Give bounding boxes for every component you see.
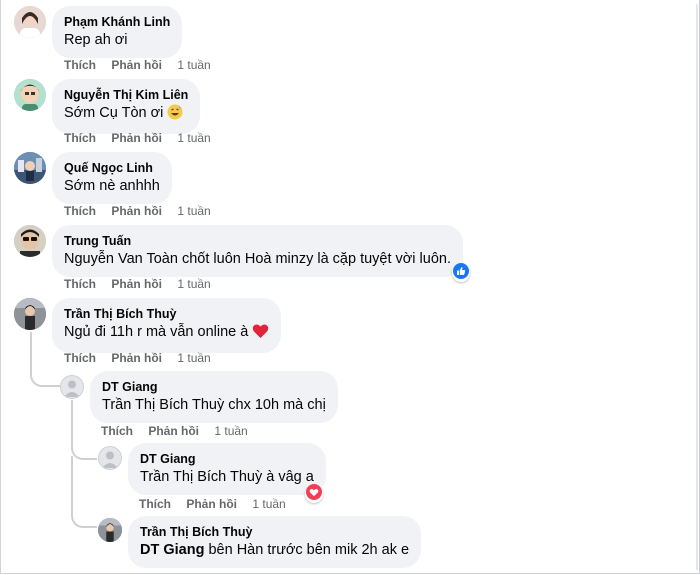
- comment-text: chx 10h mà chị: [224, 397, 326, 413]
- timestamp[interactable]: 1 tuần: [177, 204, 210, 218]
- timestamp[interactable]: 1 tuần: [214, 424, 247, 438]
- comment-author[interactable]: DT Giang: [140, 451, 314, 467]
- reply-bubble: Trần Thị Bích Thuỳ DT Giang bên Hàn trướ…: [128, 516, 422, 568]
- avatar[interactable]: [98, 446, 122, 470]
- comment-actions: Thích Phản hồi 1 tuần: [64, 204, 211, 218]
- comment-bubble: Phạm Khánh Linh Rep ah ơi: [52, 6, 183, 58]
- grinning-sweat-emoji: [167, 104, 183, 126]
- mention-link[interactable]: DT Giang: [140, 542, 204, 558]
- reply-button[interactable]: Phản hồi: [111, 204, 162, 218]
- like-reaction-badge[interactable]: [452, 262, 470, 284]
- comment-author[interactable]: Phạm Khánh Linh: [64, 14, 170, 30]
- comment-text: Sớm Cụ Tòn ơi: [64, 105, 164, 121]
- reply-button[interactable]: Phản hồi: [111, 277, 162, 291]
- love-reaction-badge[interactable]: [305, 483, 323, 505]
- avatar[interactable]: [60, 375, 84, 399]
- timestamp[interactable]: 1 tuần: [177, 277, 210, 291]
- like-button[interactable]: Thích: [139, 497, 171, 511]
- comment-actions: Thích Phản hồi 1 tuần: [101, 424, 248, 438]
- comment-text-row: Ngủ đi 11h r mà vẫn online à: [64, 322, 269, 345]
- timestamp[interactable]: 1 tuần: [177, 58, 210, 72]
- comment-text: bên Hàn trước bên mik 2h ak e: [204, 542, 410, 558]
- comment-actions: Thích Phản hồi 1 tuần: [64, 131, 211, 145]
- default-user-icon: [99, 447, 121, 469]
- comment-text-row: DT Giang bên Hàn trước bên mik 2h ak e: [140, 540, 409, 560]
- comment-author[interactable]: Nguyễn Thị Kim Liên: [64, 87, 188, 103]
- comment-actions: Thích Phản hồi 1 tuần: [64, 277, 211, 291]
- like-button[interactable]: Thích: [64, 131, 96, 145]
- avatar[interactable]: [14, 298, 46, 330]
- timestamp[interactable]: 1 tuần: [252, 497, 285, 511]
- timestamp[interactable]: 1 tuần: [177, 351, 210, 365]
- reply-button[interactable]: Phản hồi: [111, 58, 162, 72]
- timestamp[interactable]: 1 tuần: [177, 131, 210, 145]
- like-button[interactable]: Thích: [64, 58, 96, 72]
- comment-author[interactable]: Quế Ngọc Linh: [64, 160, 160, 176]
- comment-author[interactable]: Trung Tuấn: [64, 233, 451, 249]
- reply-button[interactable]: Phản hồi: [111, 131, 162, 145]
- like-button[interactable]: Thích: [64, 351, 96, 365]
- comment-author[interactable]: Trần Thị Bích Thuỳ: [140, 524, 409, 540]
- thread-connector: [71, 456, 97, 528]
- comment-text: Rep ah ơi: [64, 32, 128, 48]
- avatar[interactable]: [14, 79, 46, 111]
- comment-actions: Thích Phản hồi 1 tuần: [64, 58, 211, 72]
- comment-author[interactable]: DT Giang: [102, 379, 326, 395]
- mention-link[interactable]: Trần Thị Bích Thuỳ: [140, 469, 262, 485]
- like-button[interactable]: Thích: [64, 277, 96, 291]
- scrollbar[interactable]: [696, 4, 698, 570]
- avatar[interactable]: [98, 518, 122, 542]
- reply-bubble: DT Giang Trần Thị Bích Thuỳ chx 10h mà c…: [90, 371, 338, 423]
- comment-bubble: Quế Ngọc Linh Sớm nè anhhh: [52, 152, 172, 204]
- like-button[interactable]: Thích: [101, 424, 133, 438]
- default-user-icon: [61, 376, 83, 398]
- reply-button[interactable]: Phản hồi: [148, 424, 199, 438]
- comment-text: Ngủ đi 11h r mà vẫn online à: [64, 324, 249, 340]
- reply-button[interactable]: Phản hồi: [186, 497, 237, 511]
- avatar[interactable]: [14, 152, 46, 184]
- like-icon: [453, 262, 469, 284]
- avatar[interactable]: [14, 6, 46, 38]
- mention-link[interactable]: Trần Thị Bích Thuỳ: [102, 397, 224, 413]
- love-icon: [306, 483, 322, 505]
- avatar[interactable]: [14, 225, 46, 257]
- comment-actions: Thích Phản hồi 1 tuần: [139, 497, 286, 511]
- comment-text-row: Sớm Cụ Tòn ơi: [64, 103, 188, 126]
- comment-text: Sớm nè anhhh: [64, 178, 160, 194]
- comment-author[interactable]: Trần Thị Bích Thuỳ: [64, 306, 269, 322]
- reply-bubble: DT Giang Trần Thị Bích Thuỳ à vâg a: [128, 443, 326, 495]
- like-button[interactable]: Thích: [64, 204, 96, 218]
- thread-connector: [30, 332, 60, 387]
- comment-text: Nguyễn Van Toàn chốt luôn Hoà minzy là c…: [64, 251, 452, 267]
- comment-actions: Thích Phản hồi 1 tuần: [64, 351, 211, 365]
- red-heart-emoji: [252, 323, 269, 345]
- comment-bubble: Trung Tuấn Nguyễn Van Toàn chốt luôn Hoà…: [52, 225, 464, 277]
- comment-text-row: Trần Thị Bích Thuỳ à vâg a: [140, 467, 314, 487]
- comment-text-row: Trần Thị Bích Thuỳ chx 10h mà chị: [102, 395, 326, 415]
- comment-bubble: Nguyễn Thị Kim Liên Sớm Cụ Tòn ơi: [52, 79, 201, 134]
- comment-bubble: Trần Thị Bích Thuỳ Ngủ đi 11h r mà vẫn o…: [52, 298, 282, 353]
- reply-button[interactable]: Phản hồi: [111, 351, 162, 365]
